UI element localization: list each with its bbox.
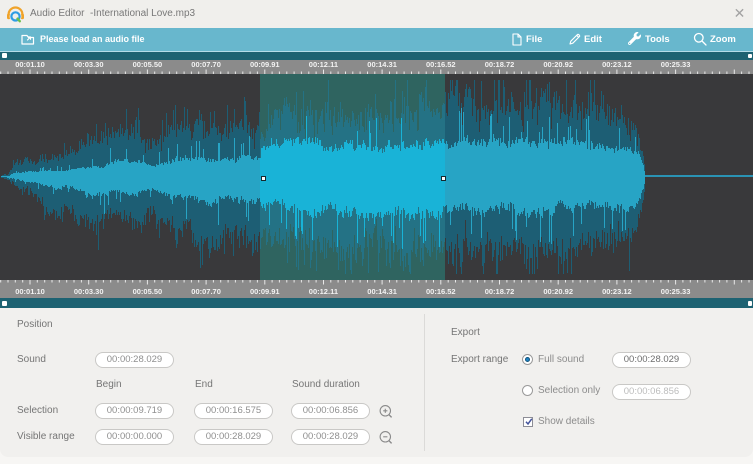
svg-text:00:20.92: 00:20.92 [543, 60, 573, 69]
svg-text:00:05.50: 00:05.50 [133, 60, 163, 69]
svg-text:00:14.31: 00:14.31 [367, 287, 397, 296]
svg-text:00:16.52: 00:16.52 [426, 60, 456, 69]
svg-text:00:09.91: 00:09.91 [250, 60, 280, 69]
svg-text:00:20.92: 00:20.92 [543, 287, 573, 296]
svg-text:00:12.11: 00:12.11 [309, 60, 338, 69]
svg-text:00:18.72: 00:18.72 [485, 287, 515, 296]
svg-text:00:09.91: 00:09.91 [250, 287, 280, 296]
svg-text:00:25.33: 00:25.33 [661, 60, 691, 69]
svg-text:00:18.72: 00:18.72 [485, 60, 515, 69]
svg-text:00:07.70: 00:07.70 [191, 60, 221, 69]
svg-text:00:25.33: 00:25.33 [661, 287, 691, 296]
svg-text:00:12.11: 00:12.11 [309, 287, 338, 296]
svg-text:00:16.52: 00:16.52 [426, 287, 456, 296]
svg-text:00:23.12: 00:23.12 [602, 60, 632, 69]
svg-text:00:03.30: 00:03.30 [74, 60, 104, 69]
svg-text:00:01.10: 00:01.10 [15, 60, 45, 69]
svg-text:00:23.12: 00:23.12 [602, 287, 632, 296]
svg-text:00:03.30: 00:03.30 [74, 287, 104, 296]
svg-text:00:05.50: 00:05.50 [133, 287, 163, 296]
svg-text:00:14.31: 00:14.31 [367, 60, 397, 69]
svg-text:00:01.10: 00:01.10 [15, 287, 45, 296]
svg-text:00:07.70: 00:07.70 [191, 287, 221, 296]
